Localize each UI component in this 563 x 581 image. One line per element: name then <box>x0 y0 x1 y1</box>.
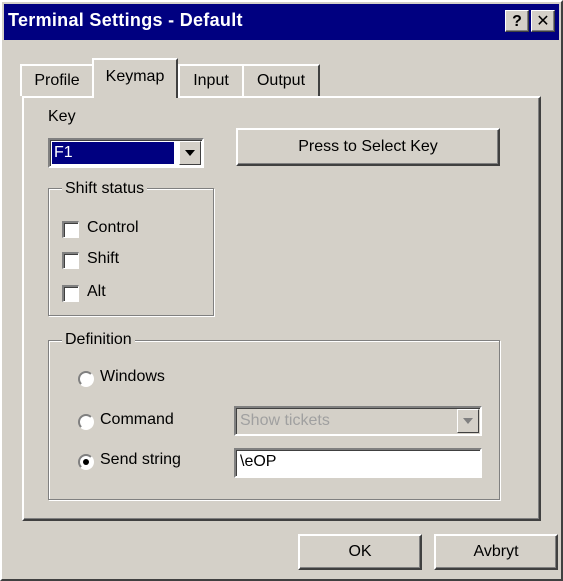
window-title: Terminal Settings - Default <box>8 10 243 30</box>
chevron-down-icon[interactable] <box>179 141 201 165</box>
ok-button[interactable]: OK <box>298 534 422 570</box>
tab-input[interactable]: Input <box>178 64 244 96</box>
press-to-select-key-button[interactable]: Press to Select Key <box>236 128 500 166</box>
key-select-value: F1 <box>52 142 174 164</box>
help-button[interactable]: ? <box>505 10 529 32</box>
shift-status-legend: Shift status <box>62 180 148 198</box>
tab-keymap[interactable]: Keymap <box>92 58 178 98</box>
alt-label: Alt <box>87 283 106 300</box>
windows-label: Windows <box>100 368 165 385</box>
tab-output[interactable]: Output <box>242 64 320 96</box>
command-radio[interactable] <box>78 414 94 430</box>
radio-selected-dot <box>83 459 89 465</box>
shift-checkbox[interactable] <box>62 252 79 269</box>
windows-radio[interactable] <box>78 371 94 387</box>
alt-checkbox[interactable] <box>62 285 79 302</box>
command-select-value: Show tickets <box>240 412 330 429</box>
command-label: Command <box>100 411 174 428</box>
key-select[interactable]: F1 <box>48 138 204 168</box>
close-button[interactable]: ✕ <box>531 10 555 32</box>
control-checkbox[interactable] <box>62 221 79 238</box>
command-select[interactable]: Show tickets <box>234 406 482 436</box>
send-string-input[interactable]: \eOP <box>234 448 482 478</box>
send-string-label: Send string <box>100 451 181 468</box>
key-label: Key <box>48 108 76 125</box>
terminal-settings-dialog: Terminal Settings - Default ? ✕ Profile … <box>0 0 563 581</box>
shift-label: Shift <box>87 250 120 267</box>
control-label: Control <box>87 219 139 236</box>
send-string-radio[interactable] <box>78 454 94 470</box>
tab-profile[interactable]: Profile <box>20 64 94 96</box>
cancel-button[interactable]: Avbryt <box>434 534 558 570</box>
chevron-down-icon[interactable] <box>457 409 479 433</box>
definition-legend: Definition <box>62 331 135 349</box>
title-bar[interactable]: Terminal Settings - Default ? ✕ <box>4 4 559 40</box>
